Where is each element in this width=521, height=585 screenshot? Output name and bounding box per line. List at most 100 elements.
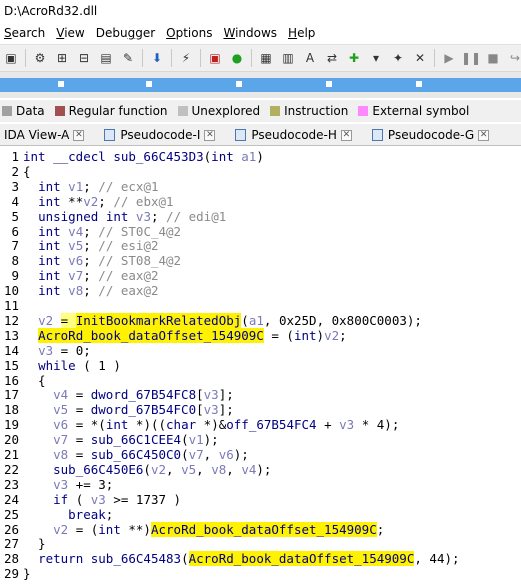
code-line[interactable]: 21 v8 = sub_66C450C0(v7, v6); [0,447,249,462]
code-line[interactable]: 5 unsigned int v3; // edi@1 [0,209,226,224]
pseudocode-view[interactable]: 1 int __cdecl sub_66C453D3(int a1) 2{3 int… [0,147,521,585]
code-line[interactable]: 18 v5 = dword_67B54FC0[v3]; [0,402,234,417]
legend-swatch [2,106,12,116]
code-line[interactable]: 16 { [0,373,46,388]
code-line[interactable]: 22 sub_66C450E6(v2, v5, v8, v4); [0,461,272,477]
line-number: 17 [3,387,19,403]
code-line[interactable]: 28 return sub_66C45483(AcroRd_book_dataO… [0,551,460,567]
code-line[interactable]: 12 v2 = InitBookmarkRelatedObj(a1, 0x25D… [0,312,422,328]
code-line[interactable]: 11 [0,298,23,313]
window-title: D:\AcroRd32.dll [0,0,521,22]
close-icon[interactable]: ✕ [340,129,352,141]
menu-item[interactable]: View [52,26,91,40]
code-text: } [23,536,46,552]
code-text: { [23,372,46,388]
close-icon[interactable]: ✕ [204,129,216,141]
menu-bar: Search View Debugger Options Windows Help [0,22,521,44]
segment-icon[interactable]: ▤ [97,49,115,67]
code-text: int v8; // eax@2 [38,283,159,299]
code-text: v8 = sub_66C450C0(v7, v6); [53,447,249,462]
tab-label: IDA View-A [4,128,70,142]
code-line[interactable]: 19 v6 = *(int *)((char *)&off_67B54FC4 +… [0,417,399,432]
legend-label: Regular function [68,104,168,118]
graph-icon[interactable]: ⚡ [177,49,195,67]
code-line[interactable]: 24 if ( v3 >= 1737 ) [0,492,181,507]
pin-icon[interactable]: ✦ [389,49,407,67]
code-line[interactable]: 14 v3 = 0; [0,343,91,358]
code-line[interactable]: 29} [0,566,31,581]
pause-icon[interactable]: ❚❚ [461,49,481,67]
code-text: v3 += 3; [53,476,114,492]
line-number: 8 [11,253,19,269]
code-line[interactable]: 1 int __cdecl sub_66C453D3(int a1) [0,149,264,164]
enum-icon[interactable]: ⊟ [75,49,93,67]
code-line[interactable]: 15 while ( 1 ) [0,358,121,373]
code-line[interactable]: 10 int v8; // eax@2 [0,283,159,298]
tab[interactable]: Pseudocode-G ✕ [368,125,493,145]
toolbar: ▣ ⚙ ⊞ ⊟ ▤ ✎ ⬇ ⚡ ▣ ● ▦ ▥ A ⇄ ✚ ▾ ✦ ✕ ▶ ❚❚… [0,44,521,72]
code-icon[interactable]: ▦ [257,49,275,67]
step-icon[interactable]: ↪ [506,49,521,67]
stop-debug-icon[interactable]: ■ [484,49,502,67]
code-line[interactable]: 26 v2 = (int **)AcroRd_book_dataOffset_1… [0,521,384,537]
line-number: 6 [11,223,19,239]
code-line[interactable]: 17 v4 = dword_67B54FC8[v3]; [0,387,234,402]
delete-icon[interactable]: ✕ [411,49,429,67]
code-text: int __cdecl sub_66C453D3(int a1) [23,149,264,164]
code-line[interactable]: 23 v3 += 3; [0,477,113,492]
ascii-icon[interactable]: A [301,49,319,67]
run-green-icon[interactable]: ● [228,49,246,67]
line-number: 23 [3,476,19,492]
menu-item[interactable]: Windows [219,26,284,40]
legend: Data Regular function Unexplored Instructio… [0,100,521,122]
build-icon[interactable]: ⚙ [31,49,49,67]
code-line[interactable]: 6 int v4; // ST0C_4@2 [0,224,181,239]
legend-label: Unexplored [191,104,261,118]
save-icon[interactable]: ▣ [2,49,20,67]
line-number: 13 [3,327,19,343]
code-line[interactable]: 4 int **v2; // ebx@1 [0,194,173,209]
line-number: 26 [3,521,19,537]
patch-icon[interactable]: ✎ [119,49,137,67]
data-icon[interactable]: ▥ [279,49,297,67]
code-line[interactable]: 27 } [0,536,46,551]
toolbar-separator [171,49,172,67]
add-icon[interactable]: ✚ [345,49,363,67]
tab[interactable]: Pseudocode-I ✕ [100,125,219,145]
line-number: 10 [3,283,19,299]
code-line[interactable]: 13 AcroRd_book_dataOffset_154909C = (int… [0,327,347,343]
line-number: 24 [3,491,19,507]
legend-item: Regular function [53,104,168,118]
navigation-band[interactable] [0,72,521,98]
legend-item: External symbol [356,104,469,118]
code-line[interactable]: 7 int v5; // esi@2 [0,238,158,253]
tab[interactable]: IDA View-A ✕ [0,125,88,145]
menu-item[interactable]: Search [0,26,52,40]
convert-icon[interactable]: ⇄ [323,49,341,67]
navigation-bar[interactable] [0,78,521,92]
play-icon[interactable]: ▶ [440,49,458,67]
structure-icon[interactable]: ⊞ [53,49,71,67]
menu-item[interactable]: Debugger [92,26,162,40]
document-icon [104,129,116,141]
code-line[interactable]: 2{ [0,164,30,179]
code-text: v4 = dword_67B54FC8[v3]; [53,387,234,403]
tab-label: Pseudocode-G [387,128,475,142]
document-icon [235,129,247,141]
code-line[interactable]: 3 int v1; // ecx@1 [0,179,158,194]
toolbar-separator [251,49,252,67]
code-line[interactable]: 8 int v6; // ST08_4@2 [0,253,181,268]
menu-item[interactable]: Help [284,26,322,40]
dropdown-icon[interactable]: ▾ [367,49,385,67]
code-line[interactable]: 9 int v7; // eax@2 [0,268,158,283]
close-icon[interactable]: ✕ [73,129,85,141]
tab[interactable]: Pseudocode-H ✕ [231,125,356,145]
line-number: 18 [3,402,19,418]
stop-icon[interactable]: ▣ [206,49,224,67]
code-line[interactable]: 20 v7 = sub_66C1CEE4(v1); [0,432,219,447]
menu-item[interactable]: Options [162,26,219,40]
code-line[interactable]: 25 break; [0,507,113,522]
jump-down-icon[interactable]: ⬇ [148,49,166,67]
code-text: sub_66C450E6(v2, v5, v8, v4); [53,461,272,477]
close-icon[interactable]: ✕ [478,129,490,141]
